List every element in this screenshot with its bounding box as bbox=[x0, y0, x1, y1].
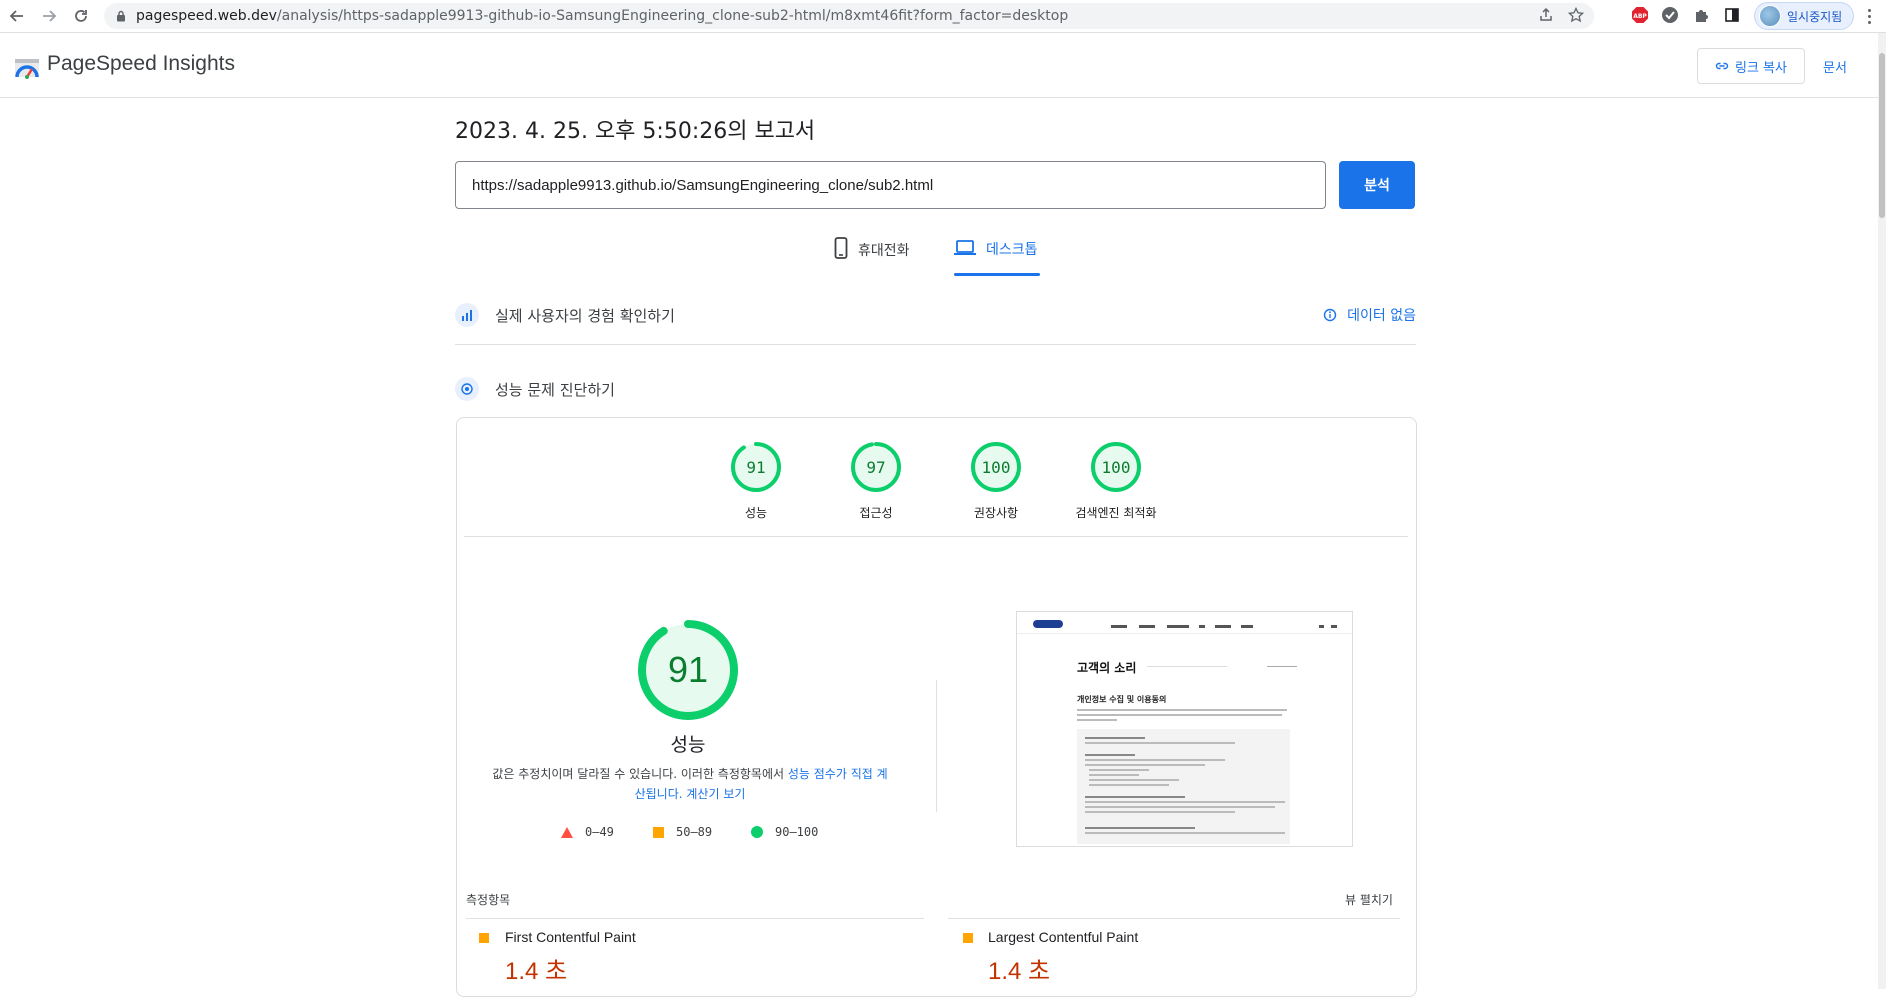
app-header: PageSpeed Insights 링크 복사 문서 bbox=[0, 33, 1878, 98]
average-square-icon bbox=[479, 933, 489, 943]
no-data-label: 데이터 없음 bbox=[1347, 308, 1416, 324]
metric-lcp-name: Largest Contentful Paint bbox=[988, 929, 1139, 945]
field-data-label: 실제 사용자의 경험 확인하기 bbox=[495, 306, 675, 325]
analyze-button[interactable]: 분석 bbox=[1339, 161, 1415, 209]
card-divider bbox=[464, 536, 1408, 537]
score-label: 권장사항 bbox=[973, 506, 1019, 520]
brand-name: PageSpeed Insights bbox=[47, 52, 235, 75]
laptop-icon bbox=[954, 240, 976, 255]
browser-menu-icon[interactable] bbox=[1862, 5, 1876, 27]
screenshot-nav bbox=[1017, 612, 1352, 634]
square-icon bbox=[653, 826, 664, 838]
score-gauge-best-practices[interactable]: 100 권장사항 bbox=[946, 442, 1046, 521]
docs-link[interactable]: 문서 bbox=[1823, 57, 1847, 76]
score-value: 91 bbox=[746, 457, 766, 477]
reload-icon bbox=[75, 10, 87, 22]
star-icon[interactable] bbox=[1567, 6, 1585, 27]
avatar bbox=[1759, 5, 1781, 27]
reload-button[interactable] bbox=[70, 5, 92, 27]
performance-label: 성능 bbox=[670, 734, 706, 756]
diagnose-icon bbox=[455, 377, 479, 401]
metric-divider bbox=[948, 918, 1400, 919]
score-gauge-accessibility[interactable]: 97 접근성 bbox=[826, 442, 926, 521]
lock-icon bbox=[114, 9, 128, 23]
legend-average: 50–89 bbox=[653, 825, 712, 839]
back-button[interactable] bbox=[6, 5, 28, 27]
metric-fcp-value: 1.4 초 bbox=[505, 958, 568, 985]
arrow-right-icon bbox=[43, 10, 57, 22]
vertical-divider bbox=[936, 680, 937, 812]
legend-pass-label: 90–100 bbox=[775, 825, 819, 839]
field-data-section[interactable]: 실제 사용자의 경험 확인하기 데이터 없음 bbox=[455, 295, 1416, 335]
score-value: 100 bbox=[981, 457, 1011, 477]
tab-desktop[interactable]: 데스크톱 bbox=[954, 237, 1038, 277]
score-label: 접근성 bbox=[859, 506, 893, 520]
score-label: 검색엔진 최적화 bbox=[1075, 506, 1157, 520]
lab-data-section[interactable]: 성능 문제 진단하기 bbox=[455, 369, 1416, 409]
metric-lcp-value: 1.4 초 bbox=[988, 958, 1051, 985]
legend-average-label: 50–89 bbox=[676, 825, 713, 839]
screenshot-terms-box bbox=[1077, 729, 1290, 844]
metric-divider bbox=[466, 918, 924, 919]
url-path: /analysis/https-sadapple9913-github-io-S… bbox=[276, 8, 1069, 24]
circle-icon bbox=[751, 826, 763, 838]
copy-link-button[interactable]: 링크 복사 bbox=[1697, 48, 1805, 84]
tab-mobile[interactable]: 휴대전화 bbox=[834, 237, 910, 277]
url-input[interactable]: https://sadapple9913.github.io/SamsungEn… bbox=[455, 161, 1326, 209]
info-icon bbox=[1323, 308, 1337, 322]
score-label: 성능 bbox=[744, 506, 768, 520]
share-icon[interactable] bbox=[1538, 7, 1554, 27]
disclaimer-text: 값은 추정치이며 달라질 수 있습니다. 이러한 측정항목에서 bbox=[492, 767, 788, 781]
url-host: pagespeed.web.dev bbox=[136, 8, 277, 24]
calculator-link[interactable]: 계산기 보기 bbox=[686, 787, 745, 801]
scroll-thumb[interactable] bbox=[1879, 53, 1885, 218]
section-divider bbox=[455, 344, 1416, 345]
abp-extension-icon[interactable]: ABP bbox=[1630, 5, 1650, 25]
tab-desktop-label: 데스크톱 bbox=[986, 242, 1038, 258]
legend-fail: 0–49 bbox=[561, 825, 614, 839]
samsung-logo bbox=[1033, 620, 1063, 628]
average-square-icon bbox=[963, 933, 973, 943]
page-title: 2023. 4. 25. 오후 5:50:26의 보고서 bbox=[455, 119, 816, 144]
svg-text:ABP: ABP bbox=[1633, 13, 1647, 20]
score-value: 100 bbox=[1101, 457, 1131, 477]
pagespeed-logo-icon bbox=[15, 59, 39, 79]
users-chart-icon bbox=[455, 303, 479, 327]
metrics-header: 측정항목 bbox=[466, 893, 511, 907]
score-gauge-seo[interactable]: 100 검색엔진 최적화 bbox=[1066, 442, 1166, 521]
arrow-left-icon bbox=[9, 10, 23, 22]
side-panel-icon[interactable] bbox=[1722, 5, 1742, 25]
profile-chip[interactable]: 일시중지됨 bbox=[1754, 2, 1854, 30]
check-extension-icon[interactable] bbox=[1660, 5, 1680, 25]
page-scrollbar[interactable] bbox=[1878, 33, 1886, 989]
expand-view-toggle[interactable]: 뷰 펼치기 bbox=[1345, 891, 1393, 908]
score-gauge-performance[interactable]: 91 성능 bbox=[706, 442, 806, 521]
lab-data-label: 성능 문제 진단하기 bbox=[495, 380, 615, 399]
profile-label: 일시중지됨 bbox=[1787, 9, 1843, 24]
page-screenshot[interactable]: 고객의 소리 개인정보 수집 및 이용동의 bbox=[1016, 611, 1353, 847]
screenshot-title: 고객의 소리 bbox=[1077, 661, 1137, 675]
performance-score: 91 bbox=[667, 649, 709, 690]
active-tab-indicator bbox=[954, 273, 1040, 276]
screenshot-subtitle: 개인정보 수집 및 이용동의 bbox=[1077, 695, 1167, 704]
no-data-link[interactable]: 데이터 없음 bbox=[1323, 305, 1416, 325]
puzzle-icon[interactable] bbox=[1692, 5, 1712, 25]
browser-toolbar: pagespeed.web.dev/analysis/https-sadappl… bbox=[0, 0, 1886, 33]
forward-button[interactable] bbox=[38, 5, 60, 27]
phone-icon bbox=[834, 237, 848, 259]
tab-mobile-label: 휴대전화 bbox=[858, 243, 910, 259]
legend-fail-label: 0–49 bbox=[585, 825, 614, 839]
metric-fcp-name: First Contentful Paint bbox=[505, 929, 636, 945]
copy-link-label: 링크 복사 bbox=[1735, 60, 1787, 76]
score-disclaimer: 값은 추정치이며 달라질 수 있습니다. 이러한 측정항목에서 성능 점수가 직… bbox=[490, 764, 890, 804]
legend-pass: 90–100 bbox=[751, 825, 818, 839]
address-bar[interactable]: pagespeed.web.dev/analysis/https-sadappl… bbox=[104, 3, 1594, 29]
link-icon bbox=[1715, 62, 1729, 70]
score-value: 97 bbox=[866, 457, 886, 477]
triangle-icon bbox=[561, 826, 573, 838]
